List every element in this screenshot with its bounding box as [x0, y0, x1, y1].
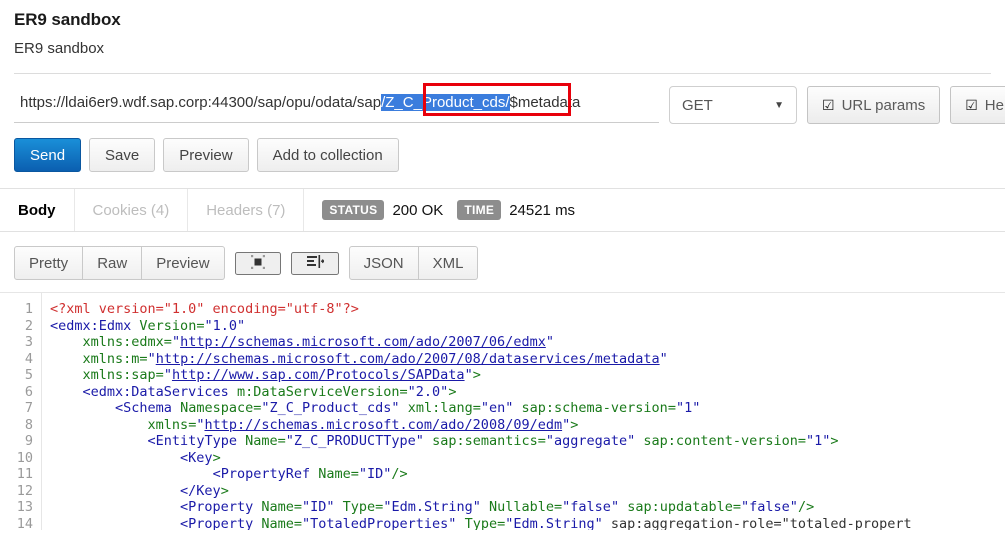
headers-label: He [984, 96, 1004, 114]
page-header: ER9 sandbox ER9 sandbox [0, 0, 1005, 74]
line-number: 9 [24, 433, 33, 449]
response-tab-bar: Body Cookies (4) Headers (7) STATUS 200 … [0, 188, 1005, 232]
code-line: <Property Name="ID" Type="Edm.String" Nu… [180, 499, 815, 515]
json-button[interactable]: JSON [348, 246, 419, 280]
tab-cookies[interactable]: Cookies (4) [75, 189, 189, 231]
content-type-group: JSON XML [348, 246, 479, 280]
url-params-button[interactable]: ☑ URL params [807, 86, 941, 124]
http-method-value: GET [682, 96, 713, 114]
line-number: 7 [24, 400, 33, 416]
format-toolbar: Pretty Raw Preview JSON XML [0, 232, 1005, 280]
code-line: <PropertyRef Name="ID"/> [212, 466, 408, 482]
line-number: 14 [16, 515, 33, 531]
time-badge: TIME [457, 200, 502, 220]
code-line: <edmx:DataServices m:DataServiceVersion=… [82, 383, 457, 400]
url-input-wrapper: https://ldai6er9.wdf.sap.corp:44300/sap/… [14, 83, 659, 123]
indent-align-icon [306, 254, 325, 268]
response-status-area: STATUS 200 OK TIME 24521 ms [304, 189, 599, 231]
url-suffix: $metadata [509, 94, 581, 111]
url-params-label: URL params [841, 96, 926, 114]
edit-icon: ☑ [822, 96, 835, 113]
line-number: 1 [24, 301, 33, 317]
code-line: <Schema Namespace="Z_C_Product_cds" xml:… [115, 400, 701, 416]
code-line: <EntityType Name="Z_C_PRODUCTType" sap:s… [147, 433, 839, 449]
headers-button[interactable]: ☑ He [950, 86, 1005, 124]
pretty-button[interactable]: Pretty [14, 246, 84, 280]
wrap-lines-button[interactable] [290, 251, 339, 275]
save-button[interactable]: Save [89, 138, 156, 172]
code-line: <Key> [180, 449, 221, 466]
code-line: xmlns:edmx="http://schemas.microsoft.com… [82, 334, 554, 350]
code-line: <?xml version="1.0" encoding="utf-8"?> [50, 301, 359, 317]
preview-button[interactable]: Preview [142, 246, 225, 280]
status-badge: STATUS [322, 200, 385, 220]
code-line: xmlns="http://schemas.microsoft.com/ado/… [147, 416, 579, 433]
time-value: 24521 ms [509, 201, 576, 219]
send-button[interactable]: Send [14, 138, 82, 172]
chevron-down-icon: ▼ [774, 99, 784, 111]
http-method-select[interactable]: GET ▼ [669, 86, 797, 124]
line-number: 13 [16, 499, 33, 515]
request-row: https://ldai6er9.wdf.sap.corp:44300/sap/… [0, 74, 1005, 124]
line-number: 12 [16, 482, 33, 499]
edit-icon: ☑ [965, 96, 978, 113]
line-number: 11 [16, 466, 33, 482]
line-number: 6 [24, 383, 33, 400]
line-number: 5 [24, 367, 33, 383]
view-mode-group: Pretty Raw Preview [14, 246, 225, 280]
action-row: Send Save Preview Add to collection [0, 124, 1005, 172]
tab-headers[interactable]: Headers (7) [188, 189, 305, 231]
line-number: 3 [24, 334, 33, 350]
add-to-collection-button[interactable]: Add to collection [256, 138, 399, 172]
fullscreen-icon [250, 254, 265, 269]
tab-body[interactable]: Body [0, 189, 75, 231]
line-number: 8 [24, 416, 33, 433]
code-line: xmlns:sap="http://www.sap.com/Protocols/… [82, 367, 481, 383]
page-title: ER9 sandbox [14, 10, 121, 29]
code-line: xmlns:m="http://schemas.microsoft.com/ad… [82, 350, 668, 367]
raw-button[interactable]: Raw [83, 246, 143, 280]
xml-button[interactable]: XML [418, 246, 479, 280]
response-body-viewer[interactable]: 1 2 3 4 5 6 7 8 9 10 11 12 13 14 <?xml version="1.0" … [0, 292, 1005, 530]
code-content[interactable]: <?xml version="1.0" encoding="utf-8"?> <e… [42, 293, 1005, 530]
url-input[interactable]: https://ldai6er9.wdf.sap.corp:44300/sap/… [14, 87, 659, 123]
line-number: 10 [16, 449, 33, 466]
code-line: </Key> [180, 482, 229, 499]
fullscreen-button[interactable] [234, 251, 281, 275]
url-prefix: https://ldai6er9.wdf.sap.corp:44300/sap/… [20, 94, 382, 111]
code-line: <edmx:Edmx Version="1.0" [50, 317, 246, 334]
line-number: 4 [24, 350, 33, 367]
preview-button[interactable]: Preview [163, 138, 249, 172]
status-value: 200 OK [392, 201, 444, 219]
code-line: <Property Name="TotaledProperties" Type=… [180, 515, 912, 531]
page-subtitle: ER9 sandbox [14, 40, 105, 57]
line-number: 2 [24, 317, 33, 334]
line-number-gutter: 1 2 3 4 5 6 7 8 9 10 11 12 13 14 [0, 293, 42, 530]
url-selected-text: /Z_C_Product_cds/ [381, 94, 510, 111]
